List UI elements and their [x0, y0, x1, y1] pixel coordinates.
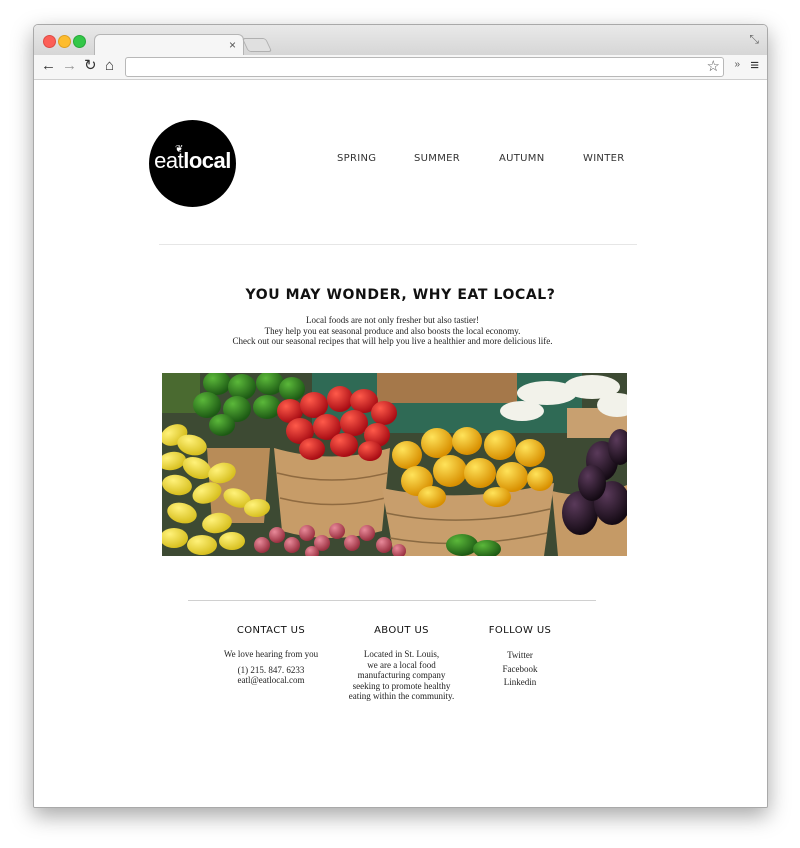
forward-arrow-icon[interactable]: → — [62, 57, 77, 75]
intro-line: They help you eat seasonal produce and a… — [264, 325, 521, 336]
header-divider — [159, 244, 637, 245]
intro-text: Local foods are not only fresher but als… — [34, 315, 751, 347]
browser-toolbar: ← → ↻ ⌂ ☆ » ≡ — [34, 55, 767, 80]
about-line: we are a local food — [367, 659, 436, 670]
produce-illustration — [162, 373, 627, 556]
browser-menu-icon[interactable]: ≡ — [750, 57, 759, 75]
nav-winter[interactable]: WINTER — [583, 153, 625, 164]
title-bar: × ⤡ — [34, 25, 767, 57]
tab-close-icon[interactable]: × — [229, 38, 236, 52]
eatlocal-logo[interactable]: ❦ eatlocal — [149, 120, 236, 207]
about-line: Located in St. Louis, — [363, 649, 440, 659]
contact-phone: (1) 215. 847. 6233 — [237, 664, 305, 675]
contact-tagline: We love hearing from you — [223, 649, 319, 659]
close-window-button[interactable] — [43, 35, 56, 48]
maximize-window-button[interactable] — [73, 35, 86, 48]
intro-line: Local foods are not only fresher but als… — [306, 315, 479, 325]
home-icon[interactable]: ⌂ — [105, 57, 114, 75]
reload-icon[interactable]: ↻ — [84, 57, 97, 75]
contact-heading: CONTACT US — [236, 625, 306, 636]
contact-email-link[interactable]: eatl@eatlocal.com — [220, 675, 322, 686]
about-line: manufacturing company — [357, 670, 446, 680]
back-arrow-icon[interactable]: ← — [41, 57, 56, 75]
produce-photo — [162, 373, 627, 556]
web-page: ❦ eatlocal SPRING SUMMER AUTUMN WINTER Y… — [34, 80, 767, 807]
nav-autumn[interactable]: AUTUMN — [499, 153, 545, 164]
intro-line: Check out our seasonal recipes that will… — [232, 336, 553, 346]
browser-window: × ⤡ ← → ↻ ⌂ ☆ » ≡ ❦ eatlocal SPRING SUMM… — [33, 24, 768, 808]
extensions-chevron-icon[interactable]: » — [734, 59, 740, 70]
bookmark-star-icon[interactable]: ☆ — [707, 58, 720, 76]
footer-about-column: ABOUT US Located in St. Louis, we are a … — [344, 625, 459, 702]
follow-heading: FOLLOW US — [488, 625, 552, 636]
about-line: eating within the community. — [348, 691, 455, 701]
linkedin-link[interactable]: Linkedin — [480, 676, 560, 690]
fullscreen-icon[interactable]: ⤡ — [749, 32, 759, 47]
nav-spring[interactable]: SPRING — [337, 153, 376, 164]
logo-text-local: local — [183, 148, 231, 173]
facebook-link[interactable]: Facebook — [480, 663, 560, 677]
footer-follow-column: FOLLOW US Twitter Facebook Linkedin — [480, 625, 560, 690]
page-headline: YOU MAY WONDER, WHY EAT LOCAL? — [245, 287, 556, 303]
footer-divider — [188, 600, 596, 601]
logo-text-eat: eat — [154, 148, 184, 173]
twitter-link[interactable]: Twitter — [480, 649, 560, 663]
about-line: seeking to promote healthy — [352, 680, 451, 691]
about-heading: ABOUT US — [374, 625, 429, 636]
new-tab-button[interactable] — [241, 38, 273, 52]
logo-wordmark: eatlocal — [149, 148, 236, 174]
footer-contact-column: CONTACT US We love hearing from you (1) … — [220, 625, 322, 686]
browser-tab[interactable]: × — [94, 34, 244, 57]
nav-summer[interactable]: SUMMER — [414, 153, 460, 164]
address-bar[interactable]: ☆ — [125, 57, 724, 77]
minimize-window-button[interactable] — [58, 35, 71, 48]
